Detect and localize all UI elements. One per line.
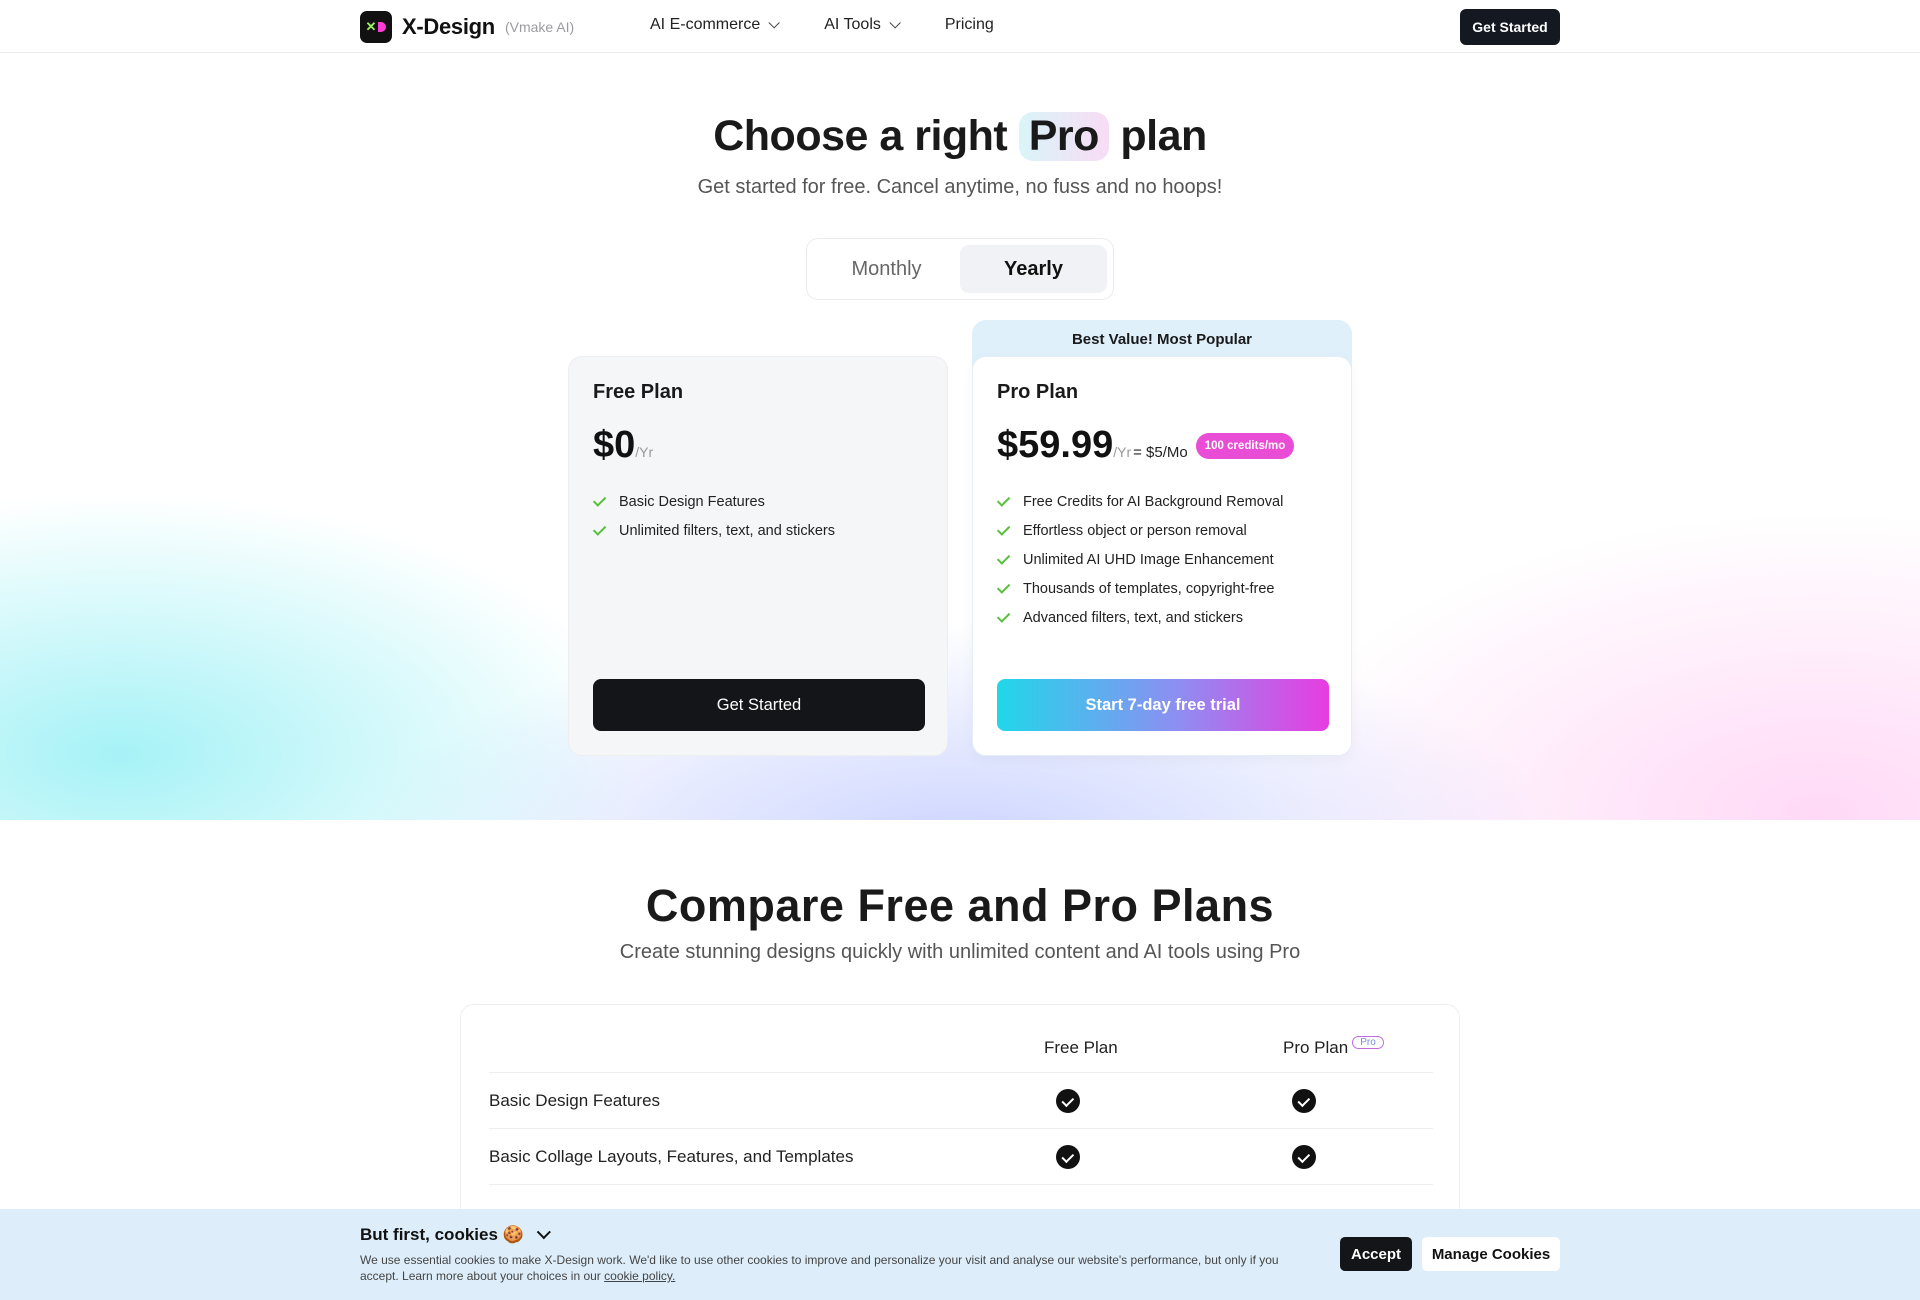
free-period: /Yr	[635, 444, 654, 460]
pro-price: $59.99	[997, 424, 1114, 466]
free-price-row: $0 /Yr	[593, 424, 923, 467]
toggle-yearly[interactable]: Yearly	[960, 245, 1107, 293]
check-icon	[592, 493, 607, 507]
free-price: $0	[593, 424, 636, 466]
compare-title: Compare Free and Pro Plans	[645, 880, 1275, 931]
col-header-pro: Pro Plan Pro	[1283, 1036, 1384, 1058]
check-icon	[996, 609, 1011, 623]
header-get-started-button[interactable]: Get Started	[1460, 9, 1560, 45]
chevron-down-icon	[768, 17, 781, 29]
nav-pricing-label: Pricing	[944, 16, 994, 33]
nav-ai-ecommerce-label: AI E-commerce	[650, 16, 761, 33]
nav-ai-tools-label: AI Tools	[824, 16, 881, 33]
check-circle-icon	[1292, 1145, 1316, 1169]
cookie-title-label: But first, cookies 🍪	[360, 1225, 524, 1244]
top-navbar: ✕ X-Design (Vmake AI) AI E-commerce AI T…	[0, 0, 1920, 53]
most-popular-banner: Best Value! Most Popular	[1071, 330, 1253, 348]
manage-cookies-button[interactable]: Manage Cookies	[1422, 1237, 1560, 1271]
title-after: plan	[1120, 112, 1207, 160]
check-icon	[996, 551, 1011, 565]
pro-plan-card: Pro Plan $59.99 /Yr = $5/Mo 100 credits/…	[972, 356, 1352, 756]
list-item: Basic Design Features	[592, 487, 923, 516]
nav-ai-ecommerce[interactable]: AI E-commerce	[650, 16, 781, 34]
feature-label: Advanced filters, text, and stickers	[1023, 609, 1244, 626]
pro-monthly-price: = $5/Mo	[1133, 444, 1188, 461]
logo[interactable]: ✕ X-Design (Vmake AI)	[360, 11, 574, 43]
cookie-policy-link[interactable]: cookie policy.	[604, 1269, 675, 1283]
compare-subtitle: Create stunning designs quickly with unl…	[619, 941, 1301, 963]
free-get-started-button[interactable]: Get Started	[593, 679, 925, 731]
check-circle-icon	[1292, 1089, 1316, 1113]
check-circle-icon	[1056, 1145, 1080, 1169]
feature-label: Thousands of templates, copyright-free	[1023, 580, 1275, 597]
col-header-free: Free Plan	[1044, 1038, 1118, 1057]
check-icon	[996, 493, 1011, 507]
cookie-banner: But first, cookies 🍪 We use essential co…	[0, 1209, 1920, 1300]
title-before: Choose a right	[713, 112, 1008, 160]
page-title: Choose a right Pro plan	[0, 112, 1920, 161]
table-row: Basic Design Features	[489, 1072, 1433, 1128]
pro-feature-list: Free Credits for AI Background Removal E…	[996, 487, 1327, 632]
free-feature-list: Basic Design Features Unlimited filters,…	[592, 487, 923, 545]
cookie-title[interactable]: But first, cookies 🍪	[360, 1225, 551, 1245]
list-item: Free Credits for AI Background Removal	[996, 487, 1327, 516]
pro-period: /Yr	[1113, 444, 1132, 460]
pro-tag-badge: Pro	[1352, 1036, 1384, 1049]
check-icon	[592, 522, 607, 536]
pro-plan-name: Pro Plan	[997, 381, 1079, 403]
check-circle-icon	[1056, 1089, 1080, 1113]
list-item: Unlimited AI UHD Image Enhancement	[996, 545, 1327, 574]
hero-background	[0, 54, 1920, 820]
chevron-down-icon[interactable]	[536, 1225, 551, 1240]
toggle-monthly[interactable]: Monthly	[813, 245, 960, 293]
col-header-pro-label: Pro Plan	[1283, 1038, 1349, 1057]
chevron-down-icon	[889, 17, 901, 29]
feature-label: Unlimited AI UHD Image Enhancement	[1023, 551, 1274, 568]
list-item: Thousands of templates, copyright-free	[996, 574, 1327, 603]
list-item: Unlimited filters, text, and stickers	[592, 516, 923, 545]
free-plan-card: Free Plan $0 /Yr Basic Design Features U…	[568, 356, 948, 756]
logo-name: X-Design	[402, 14, 495, 39]
list-item: Advanced filters, text, and stickers	[996, 603, 1327, 632]
start-free-trial-button[interactable]: Start 7-day free trial	[997, 679, 1329, 731]
feature-label: Unlimited filters, text, and stickers	[619, 522, 835, 539]
page-subtitle: Get started for free. Cancel anytime, no…	[697, 176, 1223, 198]
list-item: Effortless object or person removal	[996, 516, 1327, 545]
free-plan-name: Free Plan	[593, 381, 684, 403]
nav-ai-tools[interactable]: AI Tools	[824, 16, 901, 34]
cookie-text: We use essential cookies to make X-Desig…	[360, 1252, 1310, 1284]
logo-icon: ✕	[360, 11, 392, 43]
billing-toggle: Monthly Yearly	[806, 238, 1114, 300]
check-icon	[996, 522, 1011, 536]
nav-pricing[interactable]: Pricing	[945, 16, 994, 34]
cookie-body: We use essential cookies to make X-Desig…	[360, 1253, 1279, 1283]
logo-subtitle: (Vmake AI)	[504, 19, 575, 35]
pro-price-row: $59.99 /Yr = $5/Mo 100 credits/mo	[997, 424, 1327, 467]
feature-label: Effortless object or person removal	[1023, 522, 1247, 539]
title-highlight: Pro	[1018, 112, 1109, 161]
accept-cookies-button[interactable]: Accept	[1340, 1237, 1412, 1271]
credits-badge: 100 credits/mo	[1195, 432, 1295, 459]
feature-label: Basic Design Features	[619, 493, 765, 510]
main-nav: AI E-commerce AI Tools Pricing	[650, 16, 994, 34]
check-icon	[996, 580, 1011, 594]
table-row: Basic Collage Layouts, Features, and Tem…	[489, 1128, 1433, 1184]
feature-label: Free Credits for AI Background Removal	[1023, 493, 1284, 510]
